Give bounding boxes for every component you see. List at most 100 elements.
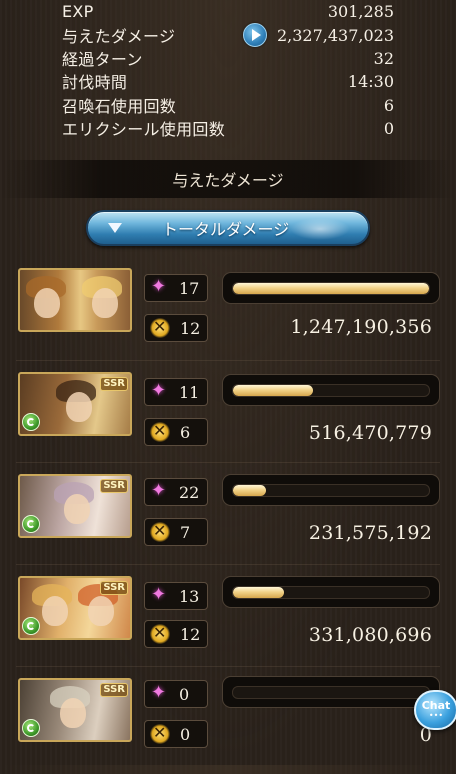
character-portrait[interactable]: SSR bbox=[18, 474, 132, 538]
damage-bar-inner bbox=[232, 484, 430, 497]
stat-value: 14:30 bbox=[347, 71, 394, 91]
damage-value: 516,470,779 bbox=[308, 422, 432, 444]
stat-row-exp: EXP 301,285 bbox=[62, 0, 394, 22]
sparkle-icon bbox=[151, 380, 169, 401]
skill-count: 11 bbox=[179, 382, 200, 402]
portrait-face bbox=[88, 596, 114, 626]
damage-bar bbox=[222, 474, 440, 506]
skill-count-badge: 22 bbox=[144, 478, 208, 506]
damage-bar bbox=[222, 374, 440, 406]
damage-bar bbox=[222, 676, 440, 708]
attack-count-badge: 7 bbox=[144, 518, 208, 546]
stat-value: 32 bbox=[373, 48, 394, 68]
stat-label: 召喚石使用回数 bbox=[62, 97, 177, 116]
section-title: 与えたダメージ bbox=[0, 160, 456, 198]
sparkle-icon bbox=[151, 276, 169, 297]
portrait-face bbox=[66, 392, 92, 422]
damage-bar-fill bbox=[233, 485, 267, 496]
attack-count-badge: 12 bbox=[144, 314, 208, 342]
attack-count: 12 bbox=[180, 318, 201, 338]
damage-bar bbox=[222, 576, 440, 608]
damage-bar-inner bbox=[232, 384, 430, 397]
divider bbox=[16, 564, 440, 565]
stat-label: 討伐時間 bbox=[62, 73, 128, 92]
stat-value-wrap: 2,327,437,023 bbox=[242, 23, 394, 47]
damage-value: 1,247,190,356 bbox=[290, 316, 432, 338]
stat-value: 301,285 bbox=[327, 1, 394, 21]
total-damage-button[interactable]: トータルダメージ bbox=[86, 210, 370, 246]
character-portrait[interactable]: SSR bbox=[18, 678, 132, 742]
divider bbox=[16, 462, 440, 463]
stat-row-summon: 召喚石使用回数 6 bbox=[62, 94, 394, 117]
damage-bar-fill bbox=[233, 283, 429, 294]
member-row: 17 12 1,247,190,356 bbox=[0, 268, 456, 364]
decorative-flourish bbox=[290, 218, 350, 240]
member-row: SSR 0 0 0 bbox=[0, 676, 456, 774]
swords-icon bbox=[150, 317, 170, 338]
attack-count: 12 bbox=[180, 624, 201, 644]
stat-value: 0 bbox=[383, 118, 394, 138]
skill-count: 22 bbox=[179, 482, 200, 502]
damage-bar-inner bbox=[232, 686, 430, 699]
stat-row-turns: 経過ターン 32 bbox=[62, 47, 394, 70]
stat-row-time: 討伐時間 14:30 bbox=[62, 70, 394, 93]
skill-count-badge: 0 bbox=[144, 680, 208, 708]
character-portrait[interactable]: SSR bbox=[18, 576, 132, 640]
damage-bar-inner bbox=[232, 586, 430, 599]
attack-count: 0 bbox=[180, 724, 191, 744]
swords-icon bbox=[150, 623, 170, 644]
total-damage-label: トータルダメージ bbox=[162, 220, 290, 239]
skill-count: 17 bbox=[179, 278, 200, 298]
skill-count: 0 bbox=[179, 684, 190, 704]
chevron-down-icon bbox=[108, 223, 122, 233]
wind-element-icon bbox=[22, 617, 40, 635]
attack-count-badge: 12 bbox=[144, 620, 208, 648]
portrait-face bbox=[42, 596, 68, 626]
wind-element-icon bbox=[22, 413, 40, 431]
member-row: SSR 22 7 231,575,192 bbox=[0, 474, 456, 570]
damage-bar bbox=[222, 272, 440, 304]
character-portrait[interactable]: SSR bbox=[18, 372, 132, 436]
divider bbox=[16, 666, 440, 667]
chat-dots: ••• bbox=[428, 711, 444, 720]
rarity-badge: SSR bbox=[100, 683, 128, 697]
damage-bar-fill bbox=[233, 587, 284, 598]
attack-count: 6 bbox=[180, 422, 191, 442]
skill-count: 13 bbox=[179, 586, 200, 606]
sparkle-icon bbox=[151, 682, 169, 703]
swords-icon bbox=[150, 521, 170, 542]
member-row: SSR 13 12 331,080,696 bbox=[0, 576, 456, 672]
rarity-badge: SSR bbox=[100, 479, 128, 493]
stat-row-elixir: エリクシール使用回数 0 bbox=[62, 117, 394, 140]
sparkle-icon bbox=[151, 584, 169, 605]
character-portrait[interactable] bbox=[18, 268, 132, 332]
swords-icon bbox=[150, 421, 170, 442]
rarity-badge: SSR bbox=[100, 581, 128, 595]
damage-value: 331,080,696 bbox=[308, 624, 432, 646]
stat-label: 経過ターン bbox=[62, 50, 143, 69]
portrait-face bbox=[92, 288, 118, 318]
wind-element-icon bbox=[22, 719, 40, 737]
attack-count-badge: 0 bbox=[144, 720, 208, 748]
stat-row-damage: 与えたダメージ 2,327,437,023 bbox=[62, 23, 394, 47]
stat-value: 6 bbox=[383, 95, 394, 115]
play-icon[interactable] bbox=[242, 23, 267, 47]
chat-button[interactable]: Chat ••• bbox=[414, 690, 456, 730]
attack-count-badge: 6 bbox=[144, 418, 208, 446]
sparkle-icon bbox=[151, 480, 169, 501]
wind-element-icon bbox=[22, 515, 40, 533]
divider bbox=[16, 360, 440, 361]
portrait-face bbox=[60, 698, 86, 728]
stat-label: エリクシール使用回数 bbox=[62, 120, 226, 139]
member-row: SSR 11 6 516,470,779 bbox=[0, 372, 456, 468]
skill-count-badge: 13 bbox=[144, 582, 208, 610]
damage-bar-fill bbox=[233, 385, 314, 396]
skill-count-badge: 17 bbox=[144, 274, 208, 302]
stat-label: 与えたダメージ bbox=[62, 27, 176, 46]
stat-value: 2,327,437,023 bbox=[276, 25, 394, 45]
rarity-badge: SSR bbox=[100, 377, 128, 391]
swords-icon bbox=[150, 723, 170, 744]
skill-count-badge: 11 bbox=[144, 378, 208, 406]
damage-bar-inner bbox=[232, 282, 430, 295]
portrait-face bbox=[64, 494, 90, 524]
